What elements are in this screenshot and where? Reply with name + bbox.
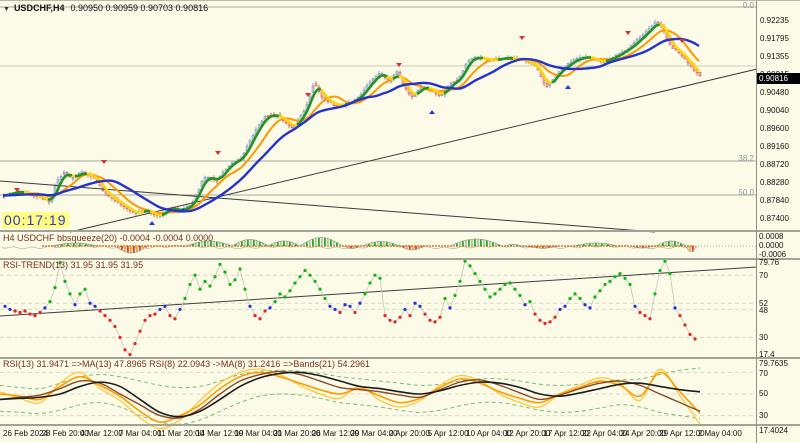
time-axis-label: 2 May 04:00 <box>698 429 742 438</box>
rsi-scale-label: 79.7635 <box>759 359 788 368</box>
price-axis-label: 0.88720 <box>760 160 789 169</box>
time-axis-label: 2 Apr 20:00 <box>389 429 430 438</box>
rsi-trend-scale-label: 17.4 <box>759 350 775 359</box>
pane-separator[interactable] <box>0 424 800 426</box>
time-axis-label: 4 Mar 12:00 <box>80 429 123 438</box>
rsi-scale-label: 30 <box>759 411 768 420</box>
squeeze-indicator-label: H4 USDCHF bbsqueeze(20) -0.0004 -0.0004 … <box>3 233 213 243</box>
price-axis-label: 0.89600 <box>760 124 789 133</box>
squeeze-scale-label: 0.0000 <box>759 241 783 250</box>
price-axis-label: 0.90040 <box>760 106 789 115</box>
fib-level-label: 50.0 <box>716 188 754 197</box>
price-axis-label: 0.89160 <box>760 142 789 151</box>
ohlc-values: 0.90950 0.90959 0.90703 0.90816 <box>70 3 208 13</box>
price-axis-label: 0.87400 <box>760 214 789 223</box>
pane-separator[interactable] <box>0 230 800 232</box>
rsi-scale-label: 70 <box>759 369 768 378</box>
rsi-trend-scale-label: 30 <box>759 333 768 342</box>
squeeze-scale-label: 0.0008 <box>759 232 783 241</box>
chevron-down-icon[interactable]: ▼ <box>3 6 10 13</box>
price-axis-label: 0.91795 <box>760 34 789 43</box>
rsi-trend-scale-label: 70 <box>759 271 768 280</box>
rsi-indicator-label: RSI(13) 31.9471 =>MA(13) 47.8965 RSI(8) … <box>3 359 370 369</box>
axis-separator[interactable] <box>756 1 757 443</box>
chart-canvas[interactable] <box>0 1 800 443</box>
current-price-box: 0.90816 <box>757 73 800 84</box>
time-axis-label: 7 Mar 04:00 <box>119 429 162 438</box>
symbol-period-label: USDCHF,H4 <box>14 3 65 13</box>
rsi-scale-label: 50 <box>759 389 768 398</box>
price-axis-label: 0.88280 <box>760 178 789 187</box>
mt4-chart-window: ▼ USDCHF,H4 0.90950 0.90959 0.90703 0.9081… <box>0 0 800 443</box>
time-axis-label: 5 Apr 12:00 <box>428 429 469 438</box>
fib-level-label: 0.0 <box>716 1 754 10</box>
price-axis-label: 0.92235 <box>760 16 789 25</box>
rsi-trend-scale-label: 79.76 <box>759 258 779 267</box>
candle-countdown-timer: 00:17:19 <box>2 212 69 228</box>
fib-level-label: 38.2 <box>716 154 754 163</box>
price-axis-label: 0.87840 <box>760 196 789 205</box>
rsi-trend-indicator-label: RSI-TREND(13) 31.95 31.95 31.95 <box>3 260 143 270</box>
rsi-trend-scale-label: 48 <box>759 306 768 315</box>
rsi-scale-label: 17.4024 <box>759 426 788 435</box>
price-axis-label: 0.91355 <box>760 52 789 61</box>
price-axis-label: 0.90480 <box>760 88 789 97</box>
chart-title: ▼ USDCHF,H4 0.90950 0.90959 0.90703 0.9081… <box>3 3 208 13</box>
